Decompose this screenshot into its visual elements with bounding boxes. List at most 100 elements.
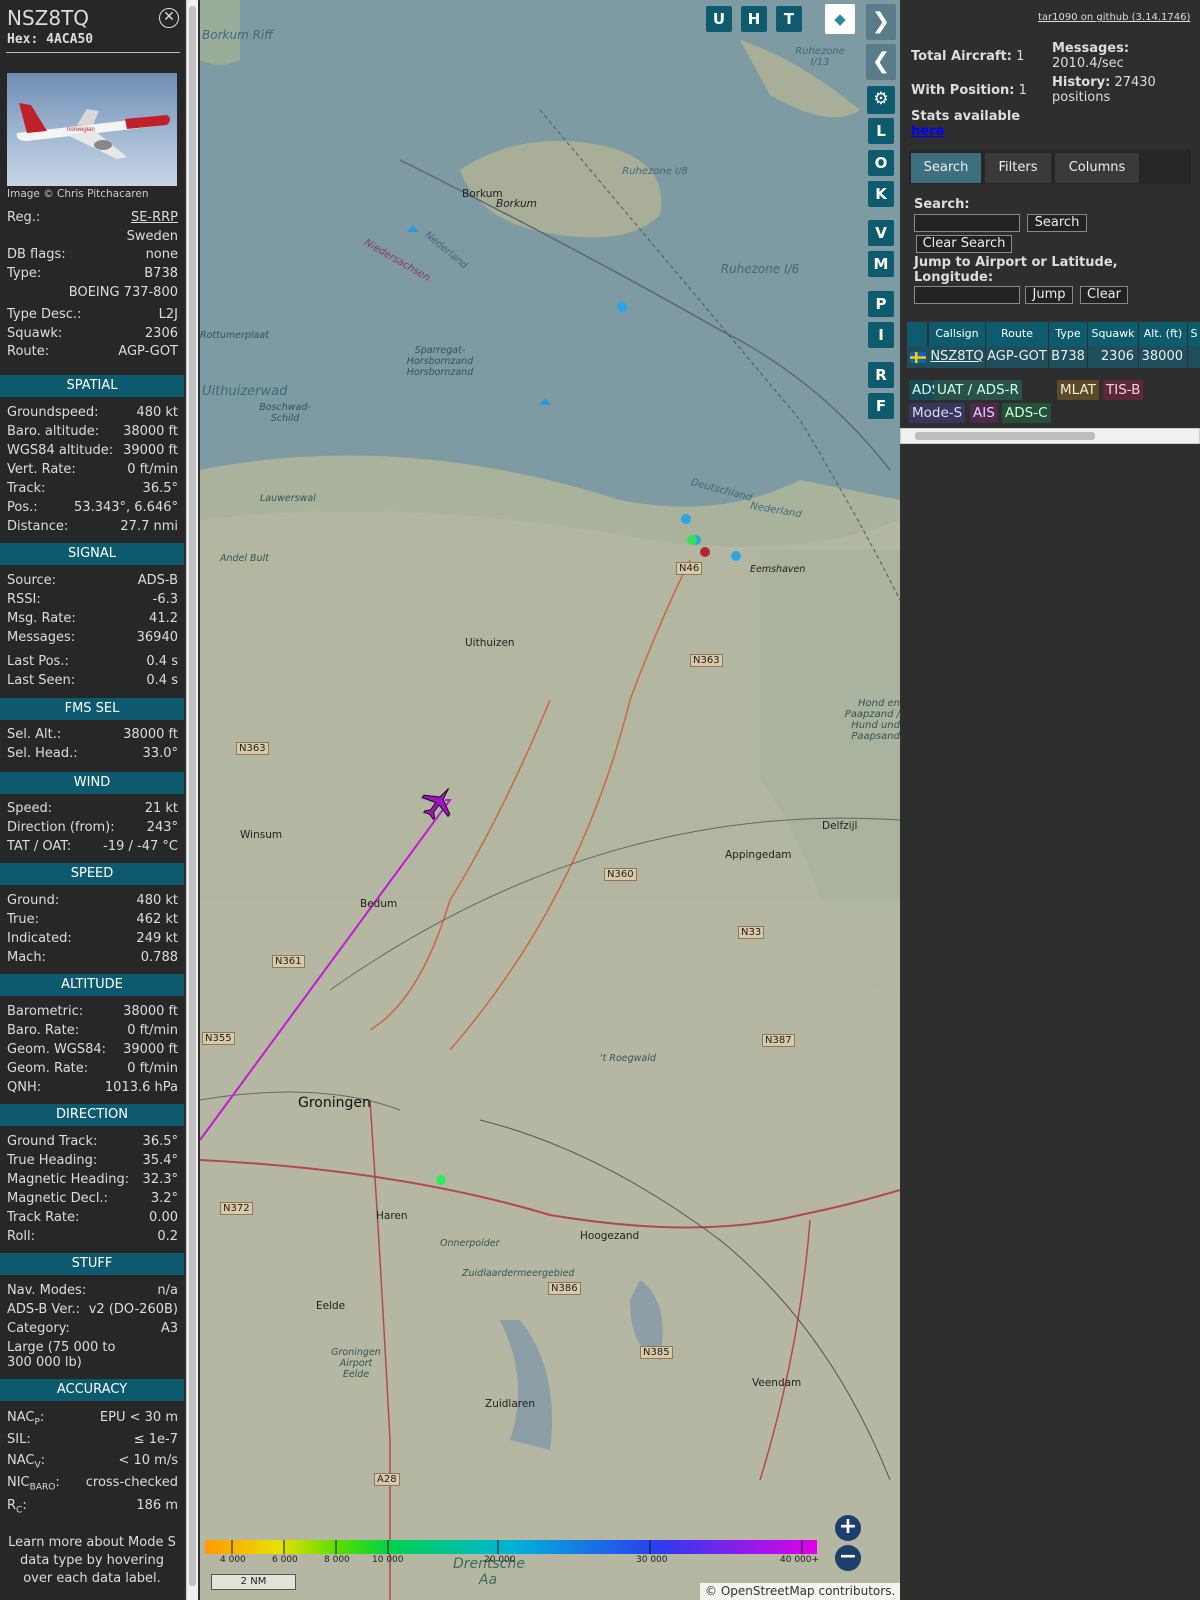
zoom-in-icon[interactable]: + xyxy=(835,1515,861,1541)
collapse-left-icon[interactable]: ❮ xyxy=(866,44,896,80)
detail-value: 27.7 nmi xyxy=(120,519,178,534)
detail-label: Geom. Rate: xyxy=(7,1061,89,1076)
section-header-signal: SIGNAL xyxy=(0,543,184,565)
aircraft-details-panel: NSZ8TQ Hex: 4ACA50 ✕ norwegian Image © C… xyxy=(0,0,184,1600)
map[interactable]: Borkum Riff Uithuizerwad Ruhezone I/6 Ru… xyxy=(200,0,900,1600)
expand-right-icon[interactable]: ❯ xyxy=(866,4,896,40)
column-callsign[interactable]: Callsign xyxy=(929,322,985,346)
search-button[interactable]: Search xyxy=(1027,214,1087,232)
column-altitude[interactable]: Alt. (ft) xyxy=(1139,322,1187,346)
column-squawk[interactable]: Squawk xyxy=(1088,322,1138,346)
version-link[interactable]: tar1090 on github (3.14.1746) xyxy=(1038,12,1190,23)
map-water-label: Ruhezone I/13 xyxy=(795,46,845,68)
source-badge-ads-c[interactable]: ADS-C xyxy=(1002,403,1051,423)
tab-filters[interactable]: Filters xyxy=(985,153,1051,183)
detail-row: Route: AGP-GOT xyxy=(7,344,178,362)
search-label: Search: xyxy=(914,197,970,212)
map-button-p[interactable]: P xyxy=(868,291,894,317)
map-attribution[interactable]: © OpenStreetMap contributors. xyxy=(700,1583,901,1600)
detail-value: 462 kt xyxy=(136,912,178,927)
detail-value: 3.2° xyxy=(150,1191,178,1206)
detail-row: Barometric: 38000 ft xyxy=(7,1004,178,1022)
detail-value[interactable]: SE-RRP xyxy=(131,210,178,225)
detail-label: True Heading: xyxy=(7,1153,98,1168)
detail-value: A3 xyxy=(160,1321,178,1336)
source-badge-tis-b[interactable]: TIS-B xyxy=(1103,380,1144,400)
map-water-label: Uithuizerwad xyxy=(202,384,288,399)
column-type[interactable]: Type xyxy=(1049,322,1087,346)
map-button-v[interactable]: V xyxy=(868,220,894,246)
detail-row: Geom. Rate: 0 ft/min xyxy=(7,1061,178,1079)
detail-value: 53.343°, 6.646° xyxy=(74,500,178,515)
detail-row: Mach: 0.788 xyxy=(7,950,178,968)
column-speed[interactable]: S xyxy=(1188,322,1200,346)
detail-value: BOEING 737-800 xyxy=(68,285,178,300)
messages-value: 2010.4/sec xyxy=(1052,56,1124,71)
detail-value: 32.3° xyxy=(142,1172,178,1187)
detail-label: Distance: xyxy=(7,519,69,534)
column-flag[interactable] xyxy=(907,322,927,346)
table-horizontal-scrollbar[interactable] xyxy=(900,428,1200,444)
aircraft-photo[interactable]: norwegian xyxy=(7,73,177,186)
map-place-label: Uithuizen xyxy=(465,637,515,649)
map-button-r[interactable]: R xyxy=(868,362,894,388)
detail-label: Mach: xyxy=(7,950,46,965)
settings-gear-icon[interactable]: ⚙ xyxy=(867,86,895,114)
close-icon[interactable]: ✕ xyxy=(159,8,179,28)
jump-clear-button[interactable]: Clear xyxy=(1080,286,1128,304)
map-button-k[interactable]: K xyxy=(868,181,894,207)
detail-row: Sel. Alt.: 38000 ft xyxy=(7,727,178,745)
tab-columns[interactable]: Columns xyxy=(1055,153,1139,183)
detail-value: ≤ 1e-7 xyxy=(133,1432,178,1447)
zoom-out-icon[interactable]: − xyxy=(835,1545,861,1571)
map-place-label: Lauwerswal xyxy=(260,493,316,504)
table-row-squawk[interactable]: 2306 xyxy=(1088,346,1138,368)
map-button-i[interactable]: I xyxy=(868,322,894,348)
map-button-o[interactable]: O xyxy=(868,150,894,176)
road-label: N360 xyxy=(604,868,637,881)
detail-row: Messages: 36940 xyxy=(7,630,178,648)
selected-hex: Hex: 4ACA50 xyxy=(7,32,94,47)
source-badge-ais[interactable]: AIS xyxy=(970,403,998,423)
table-row-callsign[interactable]: NSZ8TQ xyxy=(929,346,985,368)
source-badge-mlat[interactable]: MLAT xyxy=(1057,380,1099,400)
table-row-type[interactable]: B738 xyxy=(1049,346,1087,368)
detail-label: DB flags: xyxy=(7,247,66,262)
map-button-u[interactable]: U xyxy=(706,6,732,32)
map-place-label: Veendam xyxy=(752,1377,802,1389)
table-row-speed[interactable] xyxy=(1188,346,1200,368)
tab-search[interactable]: Search xyxy=(911,153,981,183)
map-button-f[interactable]: F xyxy=(868,393,894,419)
map-button-m[interactable]: M xyxy=(868,251,894,277)
map-place-label: Borkum xyxy=(496,198,537,210)
map-button-h[interactable]: H xyxy=(741,6,767,32)
detail-label: WGS84 altitude: xyxy=(7,443,114,458)
table-row-altitude[interactable]: 38000 xyxy=(1139,346,1187,368)
map-button-t[interactable]: T xyxy=(776,6,802,32)
jump-button[interactable]: Jump xyxy=(1025,286,1073,304)
detail-row: WGS84 altitude: 39000 ft xyxy=(7,443,178,461)
detail-value: 249 kt xyxy=(136,931,178,946)
detail-row: Last Pos.: 0.4 s xyxy=(7,654,178,672)
map-button-l[interactable]: L xyxy=(868,118,894,144)
source-badge-uat-ads-r[interactable]: UAT / ADS-R xyxy=(934,380,1022,400)
table-row-route[interactable]: AGP-GOT xyxy=(986,346,1048,368)
scrollbar-thumb[interactable] xyxy=(915,432,1095,440)
detail-label-text: NAC xyxy=(7,1410,35,1425)
stats-link[interactable]: here xyxy=(911,124,944,139)
map-place-label: Onnerpolder xyxy=(440,1238,500,1249)
detail-row: Last Seen: 0.4 s xyxy=(7,673,178,691)
distance-scale: 2 NM xyxy=(211,1574,296,1590)
clear-search-button[interactable]: Clear Search xyxy=(916,235,1012,253)
sidebar-scrollbar[interactable] xyxy=(186,0,198,1600)
search-input[interactable] xyxy=(914,214,1020,232)
detail-label-colon: : xyxy=(40,1453,46,1468)
jump-input[interactable] xyxy=(914,286,1020,304)
source-badge-mode-s[interactable]: Mode-S xyxy=(909,403,966,423)
detail-value: 38000 ft xyxy=(123,727,178,742)
scrollbar-thumb[interactable] xyxy=(189,6,196,1586)
detail-row: Category: A3 xyxy=(7,1321,178,1339)
detail-row: Track Rate: 0.00 xyxy=(7,1210,178,1228)
layers-icon[interactable]: ◆ xyxy=(825,4,855,34)
column-route[interactable]: Route xyxy=(986,322,1048,346)
